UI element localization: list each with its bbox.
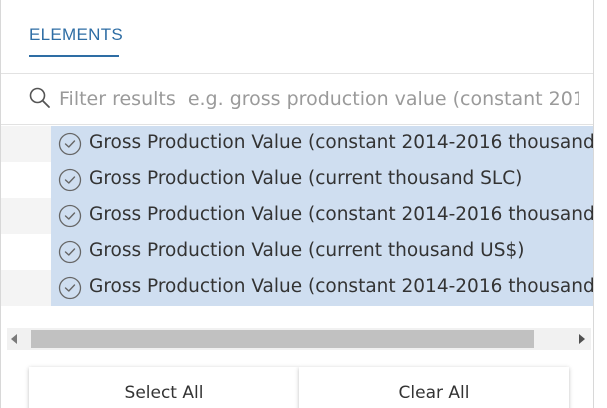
list-item: Gross Production Value (current thousand… — [1, 234, 593, 270]
row-gutter — [1, 270, 51, 306]
check-circle-icon — [58, 168, 82, 192]
tab-bar: ELEMENTS — [1, 0, 593, 74]
clear-all-button[interactable]: Clear All — [299, 367, 569, 408]
row-gutter — [1, 198, 51, 234]
row-gutter — [1, 126, 51, 162]
element-option[interactable]: Gross Production Value (current thousand… — [51, 234, 593, 270]
select-all-button[interactable]: Select All — [29, 367, 299, 408]
active-tab-indicator — [29, 55, 119, 57]
list-item: Gross Production Value (current thousand… — [1, 162, 593, 198]
scrollbar-thumb[interactable] — [31, 330, 534, 348]
filter-input[interactable] — [59, 84, 579, 114]
element-label: Gross Production Value (constant 2014-20… — [89, 204, 593, 225]
element-list: Gross Production Value (constant 2014-20… — [1, 126, 593, 326]
element-label: Gross Production Value (current thousand… — [89, 168, 523, 189]
filter-bar — [1, 74, 593, 125]
check-circle-icon — [58, 204, 82, 228]
row-gutter — [1, 234, 51, 270]
scroll-right-arrow-icon[interactable] — [579, 334, 585, 344]
elements-panel: ELEMENTS Gross Production Value (constan… — [0, 0, 594, 408]
list-item: Gross Production Value (constant 2014-20… — [1, 198, 593, 234]
element-option[interactable]: Gross Production Value (current thousand… — [51, 162, 593, 198]
list-item: Gross Production Value (constant 2014-20… — [1, 270, 593, 306]
list-item: Gross Production Value (constant 2014-20… — [1, 126, 593, 162]
row-gutter — [1, 162, 51, 198]
tab-elements[interactable]: ELEMENTS — [29, 25, 123, 45]
element-label: Gross Production Value (constant 2014-20… — [89, 276, 593, 297]
scroll-left-arrow-icon[interactable] — [11, 334, 17, 344]
element-option[interactable]: Gross Production Value (constant 2014-20… — [51, 126, 593, 162]
element-option[interactable]: Gross Production Value (constant 2014-20… — [51, 198, 593, 234]
element-option[interactable]: Gross Production Value (constant 2014-20… — [51, 270, 593, 306]
search-icon — [29, 87, 50, 108]
check-circle-icon — [58, 276, 82, 300]
element-label: Gross Production Value (constant 2014-20… — [89, 132, 593, 153]
check-circle-icon — [58, 132, 82, 156]
check-circle-icon — [58, 240, 82, 264]
element-label: Gross Production Value (current thousand… — [89, 240, 525, 261]
horizontal-scrollbar[interactable] — [7, 328, 591, 350]
